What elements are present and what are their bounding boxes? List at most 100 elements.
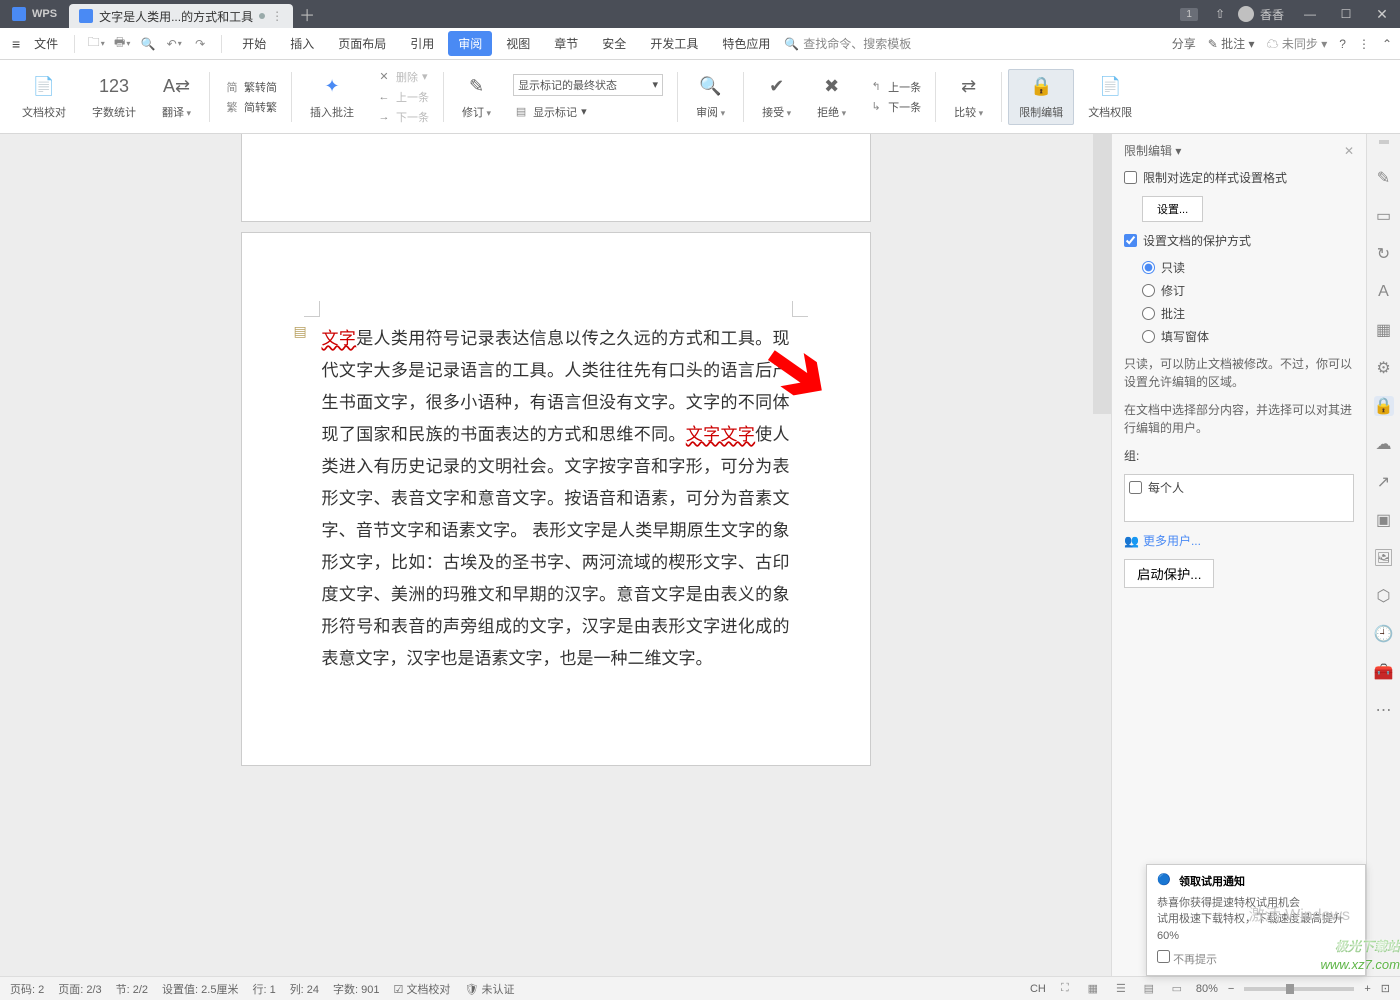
panel-close-icon[interactable]: ✕ bbox=[1344, 144, 1354, 158]
shape-icon[interactable]: ⬡ bbox=[1374, 586, 1394, 606]
sync-status[interactable]: ☁ 未同步 ▾ bbox=[1267, 35, 1328, 52]
style-settings-button[interactable]: 设置... bbox=[1142, 196, 1203, 222]
menu-start[interactable]: 开始 bbox=[232, 35, 276, 52]
everyone-checkbox[interactable]: 每个人 bbox=[1129, 479, 1349, 496]
revise-button[interactable]: ✎修订 bbox=[450, 74, 503, 120]
more-icon[interactable]: ⋮ bbox=[1358, 37, 1370, 51]
status-page-no[interactable]: 页码: 2 bbox=[10, 981, 44, 997]
menu-review[interactable]: 审阅 bbox=[448, 31, 492, 56]
next-change[interactable]: ↳下一条 bbox=[868, 99, 921, 115]
maximize-button[interactable]: ☐ bbox=[1328, 7, 1364, 21]
settings-icon[interactable]: ⚙ bbox=[1374, 358, 1394, 378]
undo-icon[interactable]: ↶▾ bbox=[163, 33, 185, 55]
word-count-button[interactable]: 123字数统计 bbox=[80, 74, 148, 120]
lock-icon[interactable]: 🔒 bbox=[1374, 396, 1394, 416]
view-read-icon[interactable]: ▭ bbox=[1168, 981, 1186, 997]
pencil-icon[interactable]: ✎ bbox=[1374, 168, 1394, 188]
more-tools-icon[interactable]: ⋯ bbox=[1374, 700, 1394, 720]
review-pane-button[interactable]: 🔍审阅 bbox=[684, 74, 737, 120]
status-col[interactable]: 列: 24 bbox=[290, 981, 319, 997]
doc-check-button[interactable]: 📄文档校对 bbox=[10, 74, 78, 120]
delete-comment[interactable]: ✕删除 ▾ bbox=[376, 69, 429, 85]
status-setting[interactable]: 设置值: 2.5厘米 bbox=[162, 981, 238, 997]
protect-mode-checkbox[interactable]: 设置文档的保护方式 bbox=[1124, 232, 1354, 249]
status-doc-check[interactable]: ☑ 文档校对 bbox=[394, 981, 451, 997]
restrict-edit-button[interactable]: 🔒限制编辑 bbox=[1008, 69, 1074, 125]
document-tab[interactable]: 文字是人类用...的方式和工具 ⋮ bbox=[69, 4, 293, 28]
radio-readonly[interactable]: 只读 bbox=[1142, 259, 1354, 276]
redo-icon[interactable]: ↷ bbox=[189, 33, 211, 55]
accept-button[interactable]: ✔接受 bbox=[750, 74, 803, 120]
menu-pagelayout[interactable]: 页面布局 bbox=[328, 35, 396, 52]
markup-state-select[interactable]: 显示标记的最终状态▾ bbox=[513, 74, 663, 96]
doc-permission-button[interactable]: 📄文档权限 bbox=[1076, 74, 1144, 120]
restrict-style-checkbox[interactable]: 限制对选定的样式设置格式 bbox=[1124, 169, 1354, 186]
share-button[interactable]: 分享 bbox=[1172, 35, 1196, 52]
table-icon[interactable]: ▦ bbox=[1374, 320, 1394, 340]
compare-button[interactable]: ⇄比较 bbox=[942, 74, 995, 120]
upload-icon[interactable]: ⇧ bbox=[1202, 7, 1238, 21]
preview-icon[interactable]: 🔍 bbox=[137, 33, 159, 55]
translate-button[interactable]: A⇄翻译 bbox=[150, 74, 203, 120]
show-markup[interactable]: ▤显示标记 ▾ bbox=[513, 104, 663, 120]
radio-form[interactable]: 填写窗体 bbox=[1142, 328, 1354, 345]
menu-special[interactable]: 特色应用 bbox=[712, 35, 780, 52]
minimize-button[interactable]: — bbox=[1292, 7, 1328, 21]
vertical-scrollbar[interactable] bbox=[1093, 134, 1111, 976]
reject-button[interactable]: ✖拒绝 bbox=[805, 74, 858, 120]
status-words[interactable]: 字数: 901 bbox=[333, 981, 379, 997]
status-ime[interactable]: CH bbox=[1030, 983, 1046, 995]
new-tab-button[interactable]: ＋ bbox=[293, 2, 321, 26]
next-comment[interactable]: →下一条 bbox=[376, 109, 429, 125]
status-row[interactable]: 行: 1 bbox=[252, 981, 275, 997]
help-icon[interactable]: ? bbox=[1339, 37, 1346, 51]
save-icon[interactable]: 🗀▾ bbox=[85, 33, 107, 55]
file-menu[interactable]: 文件 bbox=[28, 35, 64, 52]
comment-button[interactable]: ✎ 批注 ▾ bbox=[1208, 35, 1255, 52]
comment-marker-icon[interactable]: ▤ bbox=[294, 323, 312, 341]
toolbox-icon[interactable]: 🧰 bbox=[1374, 662, 1394, 682]
status-section[interactable]: 节: 2/2 bbox=[116, 981, 148, 997]
zoom-slider[interactable] bbox=[1244, 987, 1354, 991]
search-box[interactable]: 🔍 查找命令、搜索模板 bbox=[784, 35, 911, 52]
refresh-icon[interactable]: ↻ bbox=[1374, 244, 1394, 264]
layout-icon[interactable]: ▣ bbox=[1374, 510, 1394, 530]
notification-badge[interactable]: 1 bbox=[1180, 8, 1198, 21]
menu-insert[interactable]: 插入 bbox=[280, 35, 324, 52]
document-text[interactable]: 文字是人类用符号记录表达信息以传之久远的方式和工具。现代文字大多是记录语言的工具… bbox=[322, 323, 790, 675]
radio-comment[interactable]: 批注 bbox=[1142, 305, 1354, 322]
fullscreen-icon[interactable]: ⛶ bbox=[1056, 981, 1074, 997]
more-users-link[interactable]: 👥更多用户... bbox=[1124, 532, 1354, 549]
export-icon[interactable]: ↗ bbox=[1374, 472, 1394, 492]
zoom-out-icon[interactable]: − bbox=[1228, 983, 1234, 995]
menu-security[interactable]: 安全 bbox=[592, 35, 636, 52]
zoom-in-icon[interactable]: + bbox=[1364, 983, 1370, 995]
group-list[interactable]: 每个人 bbox=[1124, 474, 1354, 522]
print-icon[interactable]: 🖶▾ bbox=[111, 33, 133, 55]
select-icon[interactable]: ▭ bbox=[1374, 206, 1394, 226]
no-remind-checkbox[interactable]: 不再提示 bbox=[1157, 950, 1217, 967]
simp-to-trad[interactable]: 简繁转简 bbox=[224, 79, 277, 95]
text-icon[interactable]: A bbox=[1374, 282, 1394, 302]
radio-revise[interactable]: 修订 bbox=[1142, 282, 1354, 299]
status-page[interactable]: 页面: 2/3 bbox=[58, 981, 101, 997]
menu-icon[interactable]: ≡ bbox=[8, 36, 24, 52]
menu-reference[interactable]: 引用 bbox=[400, 35, 444, 52]
tab-menu-icon[interactable]: ⋮ bbox=[271, 9, 283, 23]
prev-comment[interactable]: ←上一条 bbox=[376, 89, 429, 105]
menu-section[interactable]: 章节 bbox=[544, 35, 588, 52]
image-icon[interactable]: 🖼 bbox=[1374, 548, 1394, 568]
cloud-icon[interactable]: ☁ bbox=[1374, 434, 1394, 454]
zoom-label[interactable]: 80% bbox=[1196, 983, 1218, 995]
document-area[interactable]: ▤ 文字是人类用符号记录表达信息以传之久远的方式和工具。现代文字大多是记录语言的… bbox=[0, 134, 1111, 976]
view-outline-icon[interactable]: ☰ bbox=[1112, 981, 1130, 997]
start-protect-button[interactable]: 启动保护... bbox=[1124, 559, 1214, 588]
trad-to-simp[interactable]: 繁简转繁 bbox=[224, 99, 277, 115]
menu-view[interactable]: 视图 bbox=[496, 35, 540, 52]
menu-devtools[interactable]: 开发工具 bbox=[640, 35, 708, 52]
history-icon[interactable]: 🕘 bbox=[1374, 624, 1394, 644]
status-unverified[interactable]: 🛡 未认证 bbox=[464, 981, 514, 997]
insert-comment-button[interactable]: ✦插入批注 bbox=[298, 74, 366, 120]
fit-icon[interactable]: ⊡ bbox=[1381, 982, 1390, 995]
view-page-icon[interactable]: ▦ bbox=[1084, 981, 1102, 997]
